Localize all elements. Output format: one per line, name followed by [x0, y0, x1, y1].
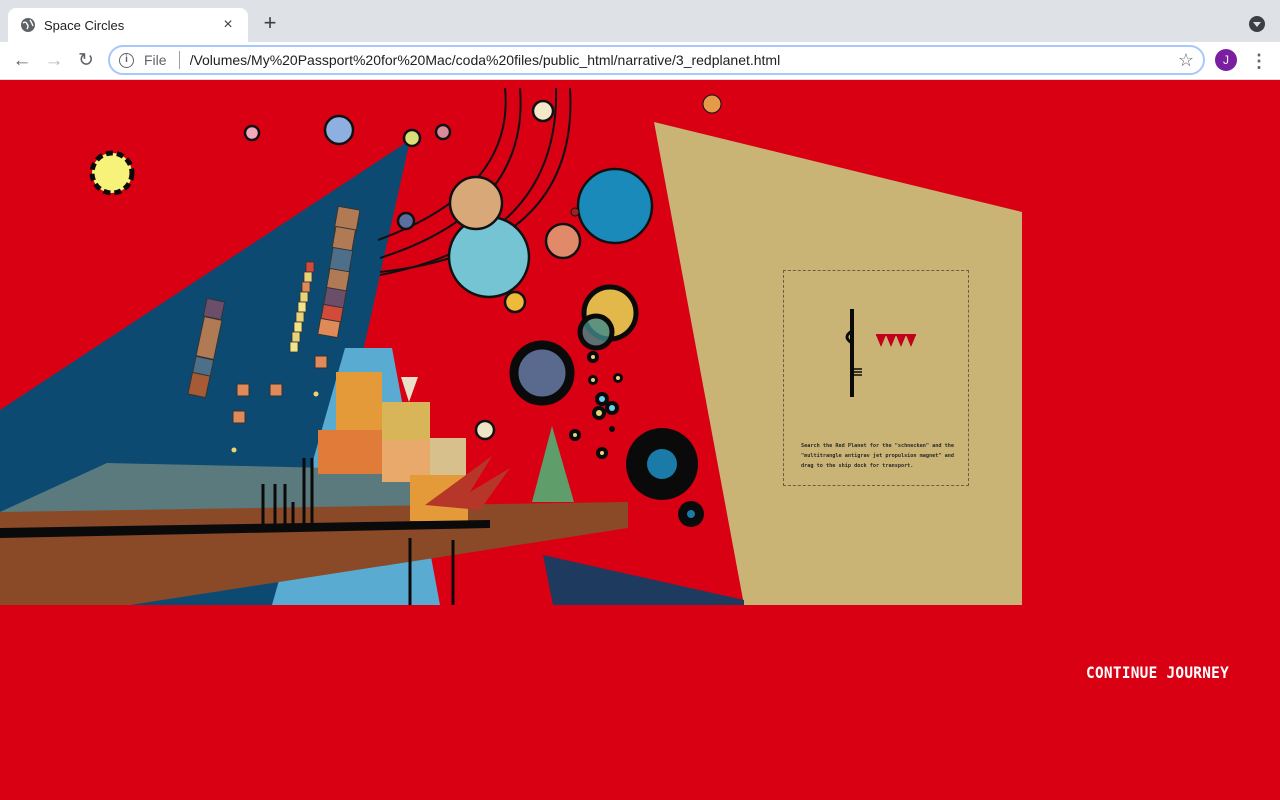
arrow-left-icon[interactable]: ← — [10, 49, 34, 73]
blue-core — [647, 449, 677, 479]
url-text[interactable]: /Volumes/My%20Passport%20for%20Mac/coda%… — [190, 52, 1178, 68]
yellow-block — [382, 402, 430, 442]
green-triangle — [532, 426, 574, 502]
new-tab-button[interactable]: + — [258, 12, 282, 36]
orange-block — [336, 372, 382, 440]
browser-toolbar: ← → ↻ i File /Volumes/My%20Passport%20fo… — [0, 42, 1280, 80]
teal-ring — [577, 313, 615, 351]
cream-triangle — [401, 377, 418, 402]
divider — [178, 51, 180, 69]
profile-avatar[interactable]: J — [1215, 49, 1237, 71]
arrow-right-icon[interactable]: → — [42, 49, 66, 73]
small-blue-core — [687, 510, 695, 518]
close-tab-button[interactable]: × — [220, 17, 236, 33]
beige-block — [430, 438, 466, 476]
info-icon[interactable]: i — [119, 52, 134, 68]
address-bar[interactable]: i File /Volumes/My%20Passport%20for%20Ma… — [108, 45, 1205, 75]
chevron-down-icon[interactable] — [1249, 16, 1265, 32]
star-icon[interactable]: ☆ — [1178, 51, 1194, 69]
schnecken-object[interactable] — [834, 301, 924, 401]
multitrangle-magnet[interactable] — [876, 333, 922, 349]
continue-journey-button[interactable]: CONTINUE JOURNEY — [1086, 663, 1229, 682]
orange-block — [318, 430, 382, 474]
small-rings — [569, 351, 623, 459]
tiny-dot — [231, 447, 237, 453]
tab-title: Space Circles — [44, 17, 125, 33]
dark-blue-shard — [543, 555, 744, 605]
page-viewport: Search the Red Planet for the "schnecken… — [0, 80, 1280, 800]
sun-circle — [89, 150, 135, 196]
tiny-dot — [313, 391, 319, 397]
kebab-icon[interactable]: ⋮ — [1250, 49, 1268, 73]
dark-ring-planet — [509, 340, 575, 406]
browser-tab[interactable]: Space Circles × — [8, 8, 248, 42]
instructions-box: Search the Red Planet for the "schnecken… — [783, 270, 969, 486]
instructions-text: Search the Red Planet for the "schnecken… — [801, 443, 955, 469]
scheme-label: File — [144, 52, 167, 68]
globe-icon — [21, 18, 35, 32]
tab-strip: Space Circles × + — [0, 0, 1280, 42]
reload-icon[interactable]: ↻ — [74, 49, 98, 73]
